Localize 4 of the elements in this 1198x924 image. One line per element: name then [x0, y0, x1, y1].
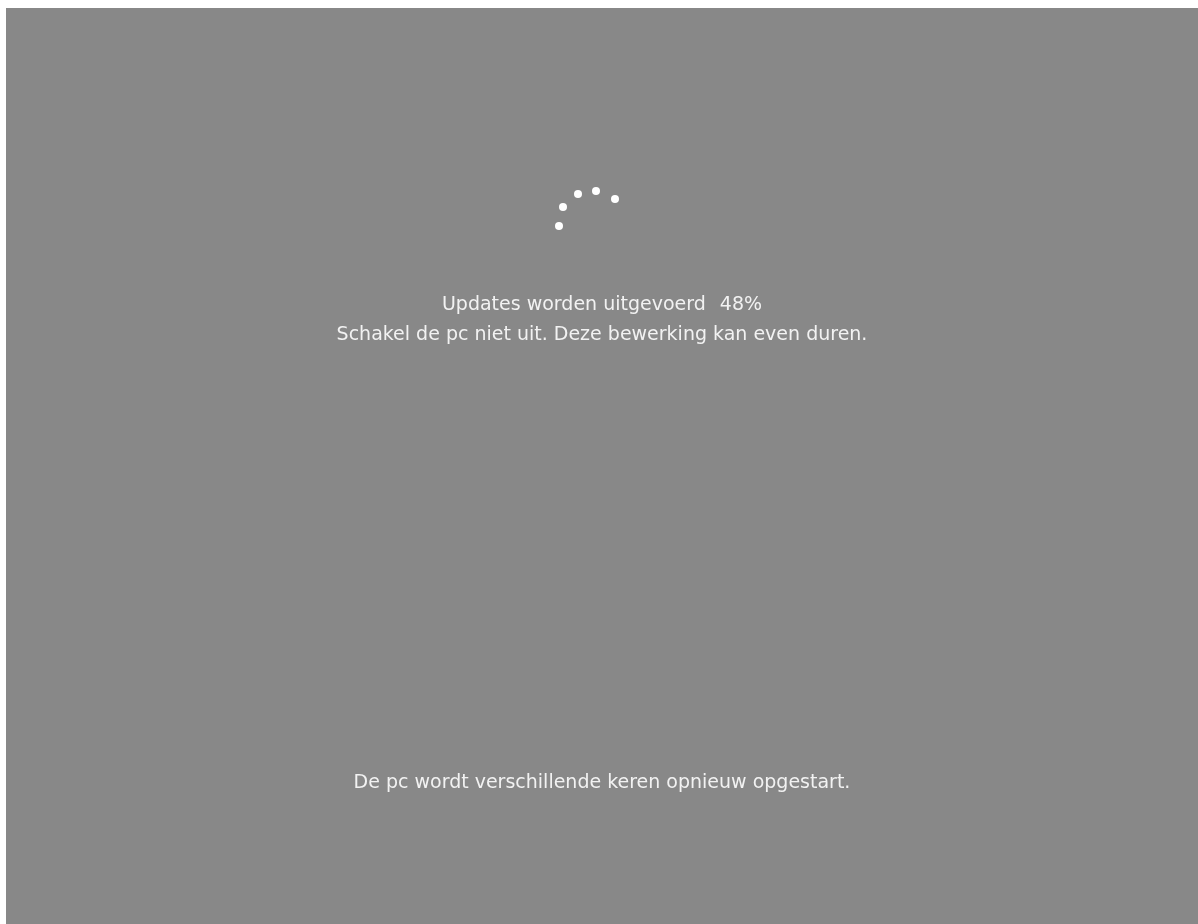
update-percent: 48% — [719, 291, 763, 316]
update-status: Updates worden uitgevoerd — [441, 291, 706, 316]
restart-note: De pc wordt verschillende keren opnieuw opgestart. — [353, 769, 851, 794]
warning-text: Schakel de pc niet uit. Deze bewerking kan even duren. — [336, 321, 868, 346]
